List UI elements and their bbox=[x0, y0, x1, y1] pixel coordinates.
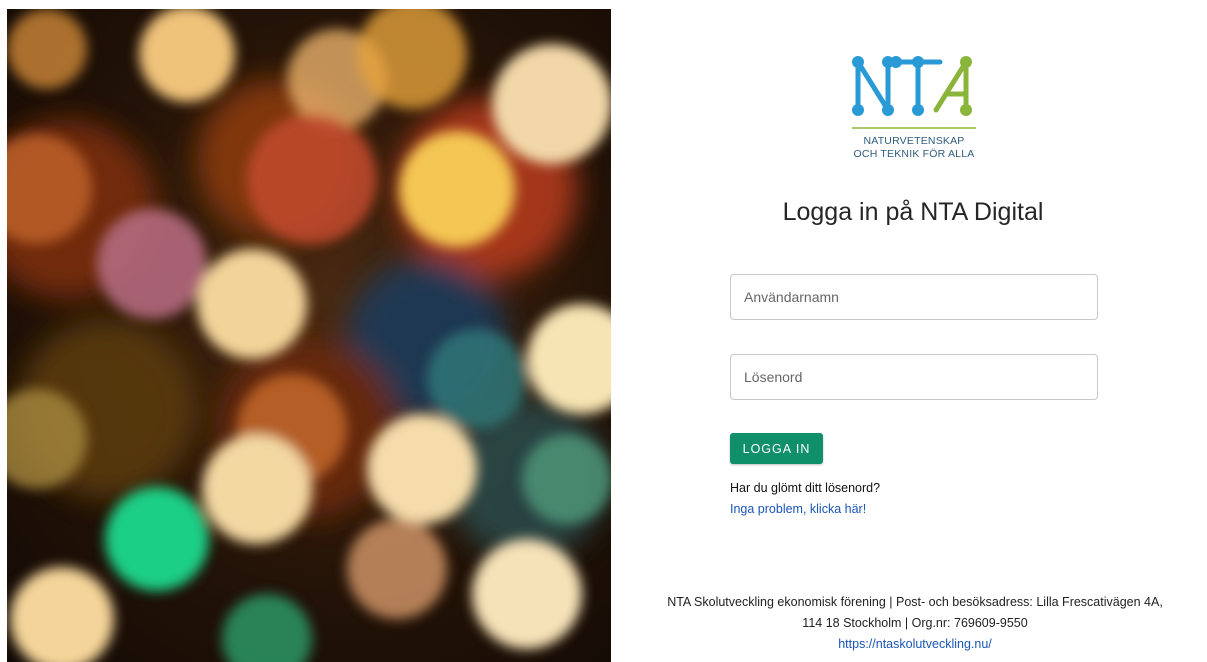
logo-tagline-2: OCH TEKNIK FÖR ALLA bbox=[853, 148, 975, 160]
page-title: Logga in på NTA Digital bbox=[782, 198, 1044, 226]
logo-tagline-1: NATURVETENSKAP bbox=[863, 135, 965, 147]
forgot-password-text: Har du glömt ditt lösenord? bbox=[730, 481, 881, 495]
background-bokeh-image bbox=[7, 9, 611, 662]
footer-website-link[interactable]: https://ntaskolutveckling.nu/ bbox=[838, 637, 992, 651]
nta-logo-mark bbox=[852, 56, 976, 129]
login-button[interactable]: LOGGA IN bbox=[730, 433, 823, 464]
footer-address-line-2: 114 18 Stockholm | Org.nr: 769609-9550 bbox=[802, 616, 1028, 630]
nta-logo: NATURVETENSKAP OCH TEKNIK FÖR ALLA bbox=[848, 52, 980, 164]
footer-address-line-1: NTA Skolutveckling ekonomisk förening | … bbox=[667, 595, 1163, 609]
password-input[interactable] bbox=[730, 354, 1098, 400]
username-input[interactable] bbox=[730, 274, 1098, 320]
forgot-password-link[interactable]: Inga problem, klicka här! bbox=[730, 502, 866, 516]
footer: NTA Skolutveckling ekonomisk förening | … bbox=[640, 592, 1190, 655]
